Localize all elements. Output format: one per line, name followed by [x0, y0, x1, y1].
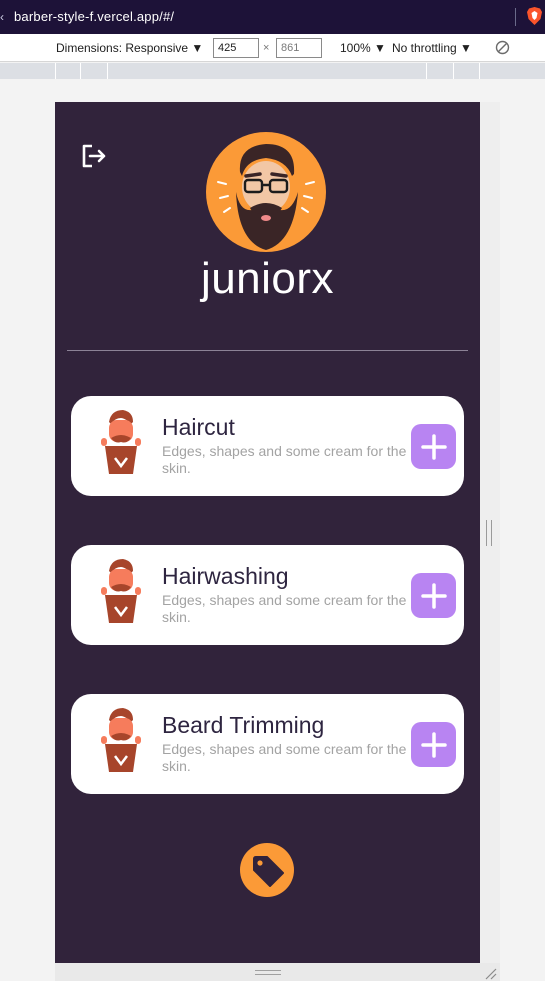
service-title: Hairwashing	[162, 563, 289, 589]
service-card-beard-trimming[interactable]: Beard Trimming Edges, shapes and some cr…	[71, 694, 464, 794]
resize-corner-icon[interactable]	[483, 966, 497, 980]
throttling-label: No throttling	[392, 41, 457, 55]
service-title: Beard Trimming	[162, 712, 325, 738]
throttling-dropdown[interactable]: No throttling ▼	[392, 41, 472, 55]
tag-button[interactable]	[240, 843, 294, 897]
site-info-icon[interactable]: ‹	[0, 10, 4, 24]
plus-icon	[420, 582, 447, 609]
service-title: Haircut	[162, 414, 235, 440]
add-service-button[interactable]	[411, 722, 456, 767]
chevron-down-icon: ▼	[374, 41, 386, 55]
device-toolbar: Dimensions: Responsive ▼ × 100% ▼ No thr…	[0, 34, 545, 62]
barber-mascot-icon	[101, 708, 141, 772]
dimensions-dropdown[interactable]: Dimensions: Responsive ▼	[56, 41, 203, 55]
width-input[interactable]	[213, 38, 259, 58]
plus-icon	[420, 433, 447, 460]
bearded-man-avatar-icon	[217, 144, 315, 250]
media-query-bar[interactable]	[0, 63, 545, 79]
brave-shield-icon[interactable]	[527, 7, 542, 25]
service-description: Edges, shapes and some cream for the ski…	[162, 443, 407, 476]
plus-icon	[420, 731, 447, 758]
address-url[interactable]: barber-style-f.vercel.app/#/	[14, 9, 174, 24]
profile-username: juniorx	[200, 254, 335, 303]
chevron-down-icon: ▼	[191, 41, 204, 55]
chevron-down-icon: ▼	[460, 41, 472, 55]
barber-mascot-icon	[101, 410, 141, 474]
service-description: Edges, shapes and some cream for the ski…	[162, 592, 407, 625]
profile-avatar	[206, 132, 326, 252]
browser-address-bar: ‹ barber-style-f.vercel.app/#/	[0, 0, 545, 34]
service-description: Edges, shapes and some cream for the ski…	[162, 741, 407, 774]
service-card-haircut[interactable]: Haircut Edges, shapes and some cream for…	[71, 396, 464, 496]
rotate-icon[interactable]	[495, 40, 510, 55]
zoom-label: 100%	[340, 41, 371, 55]
add-service-button[interactable]	[411, 573, 456, 618]
times-glyph: ×	[263, 42, 270, 54]
resize-handle-bottom[interactable]	[255, 970, 281, 975]
header-divider	[67, 350, 468, 351]
add-service-button[interactable]	[411, 424, 456, 469]
resize-handle-right[interactable]	[486, 520, 492, 546]
logout-icon[interactable]	[80, 142, 108, 170]
barber-mascot-icon	[101, 559, 141, 623]
viewport-bottom-bar	[55, 963, 500, 981]
service-card-hairwashing[interactable]: Hairwashing Edges, shapes and some cream…	[71, 545, 464, 645]
zoom-dropdown[interactable]: 100% ▼	[340, 41, 386, 55]
address-separator	[515, 8, 516, 26]
app-screen: juniorx Haircut Edges, shapes and some c…	[55, 102, 480, 963]
dimensions-label: Dimensions: Responsive	[56, 41, 189, 55]
tag-icon	[253, 856, 284, 887]
height-input[interactable]	[276, 38, 322, 58]
